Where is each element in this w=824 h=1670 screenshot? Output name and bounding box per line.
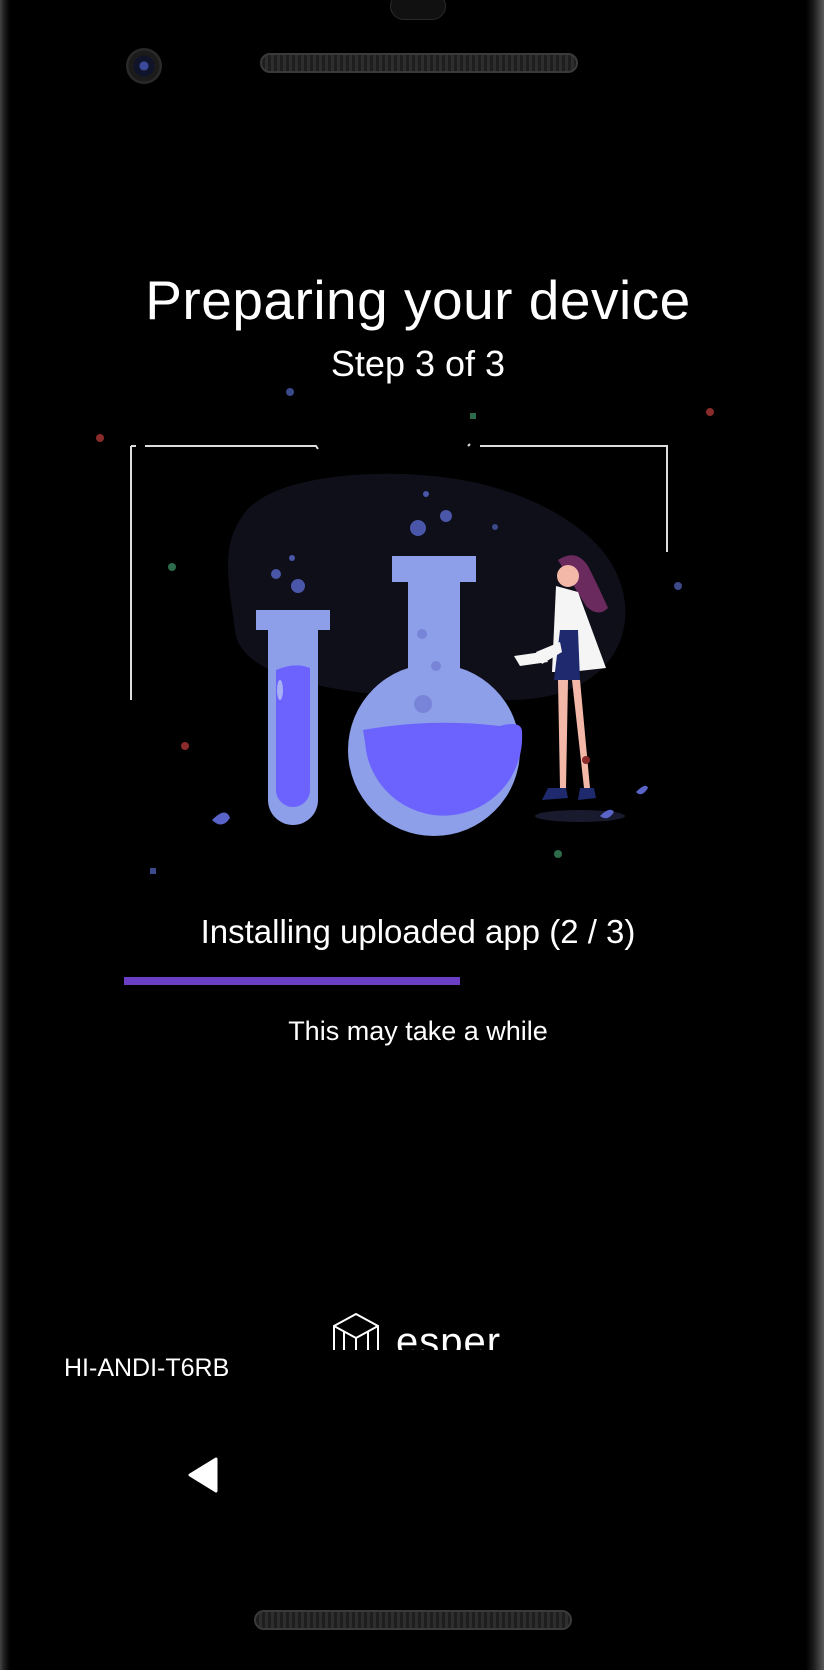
device-frame-right [806, 0, 824, 1670]
back-triangle-icon[interactable] [186, 1456, 220, 1494]
front-camera [126, 48, 162, 84]
top-speaker-grille [260, 53, 578, 73]
page-title: Preparing your device [145, 269, 691, 331]
brand-logo: esper [330, 1310, 530, 1350]
lab-illustration [96, 388, 714, 874]
step-indicator: Step 3 of 3 [330, 343, 506, 384]
wait-hint: This may take a while [288, 1016, 548, 1046]
progress-bar-fill [124, 977, 461, 985]
install-status: Installing uploaded app (2 / 3) [200, 913, 636, 950]
device-notch [390, 0, 446, 20]
bottom-speaker-grille [254, 1610, 572, 1630]
device-frame-left [0, 0, 10, 1670]
progress-bar [124, 977, 714, 985]
brand-name: esper [396, 1320, 502, 1350]
device-id: HI-ANDI-T6RB [64, 1354, 230, 1382]
esper-cube-icon [333, 1312, 379, 1350]
